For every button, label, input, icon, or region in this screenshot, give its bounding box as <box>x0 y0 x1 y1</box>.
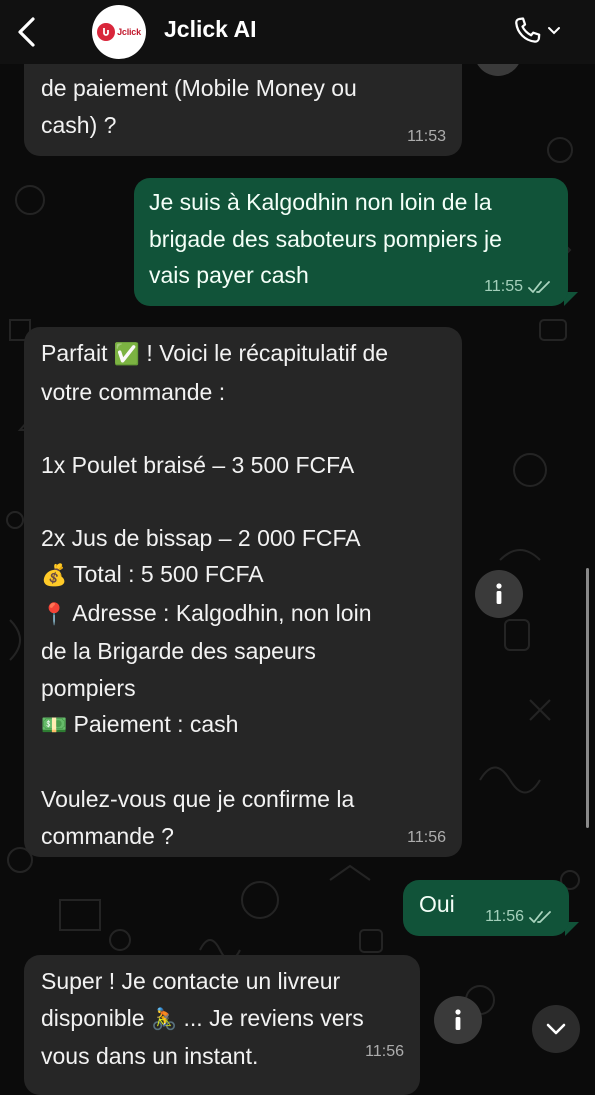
info-icon <box>496 583 502 604</box>
message-bubble-outgoing[interactable]: Je suis à Kalgodhin non loin de la briga… <box>134 178 568 306</box>
message-line: Super ! Je contacte un livreur <box>41 968 341 994</box>
chevron-down-icon <box>548 27 560 35</box>
message-line: de la Brigarde des sapeurs <box>41 638 316 664</box>
message-line: Voulez-vous que je confirme la <box>41 786 355 812</box>
info-button[interactable] <box>475 570 523 618</box>
order-address: 📍 Adresse : Kalgodhin, non loin <box>41 599 372 626</box>
back-button[interactable] <box>10 14 42 50</box>
message-time: 11:56 <box>407 829 446 846</box>
contact-name[interactable]: Jclick AI <box>164 16 256 43</box>
message-time: 11:56 <box>485 908 553 926</box>
order-item: 2x Jus de bissap – 2 000 FCFA <box>41 524 361 551</box>
brand-logo-icon <box>97 23 116 41</box>
info-icon <box>455 1009 461 1030</box>
money-bag-emoji-icon: 💰 <box>41 564 68 587</box>
message-text: de paiement (Mobile Money ou cash) ? <box>41 75 357 138</box>
message-line: Parfait ✅ ! Voici le récapitulatif de <box>41 340 389 366</box>
double-check-icon <box>529 911 551 923</box>
info-button[interactable] <box>434 996 482 1044</box>
message-bubble-incoming[interactable]: de paiement (Mobile Money ou cash) ? 11:… <box>24 50 462 156</box>
message-line: pompiers <box>41 674 136 701</box>
chevron-left-icon <box>18 17 35 47</box>
message-line: votre commande : <box>41 378 226 405</box>
order-item: 1x Poulet braisé – 3 500 FCFA <box>41 451 355 478</box>
brand-logo-text: Jclick <box>117 27 141 37</box>
message-time: 11:55 <box>484 278 552 296</box>
message-line: commande ? <box>41 822 174 849</box>
message-time: 11:53 <box>407 128 446 145</box>
scroll-down-button[interactable] <box>532 1005 580 1053</box>
message-line: vous dans un instant. <box>41 1043 259 1069</box>
phone-icon <box>515 17 541 43</box>
message-line: disponible 🚴 ... Je reviens vers <box>41 1004 364 1031</box>
call-button[interactable] <box>510 12 568 50</box>
chevron-down-icon <box>546 1023 566 1035</box>
check-emoji-icon: ✅ <box>113 343 141 366</box>
message-bubble-incoming[interactable]: Parfait ✅ ! Voici le récapitulatif de vo… <box>24 327 462 857</box>
pin-emoji-icon: 📍 <box>41 602 68 626</box>
double-check-icon <box>528 281 550 293</box>
order-total: 💰 Total : 5 500 FCFA <box>41 561 264 587</box>
banknote-emoji-icon: 💵 <box>41 714 68 737</box>
chat-header: Jclick Jclick AI <box>0 0 595 64</box>
order-payment: 💵 Paiement : cash <box>41 711 239 737</box>
avatar[interactable]: Jclick <box>92 5 146 59</box>
message-time: 11:56 <box>365 1043 404 1060</box>
message-bubble-outgoing[interactable]: Oui 11:56 <box>403 880 569 936</box>
message-bubble-incoming[interactable]: Super ! Je contacte un livreur disponibl… <box>24 955 420 1095</box>
cyclist-emoji-icon: 🚴 <box>150 1007 178 1031</box>
scrollbar[interactable] <box>586 568 589 828</box>
